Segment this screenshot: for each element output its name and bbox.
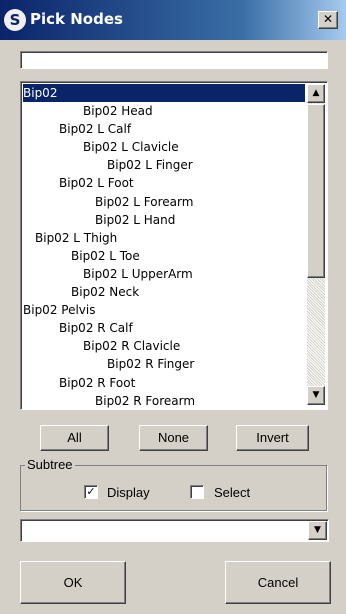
display-checkbox[interactable]: ✓	[84, 485, 98, 499]
list-item[interactable]: Bip02 L Calf	[23, 120, 305, 138]
list-item[interactable]: Bip02 L Foot	[23, 174, 305, 192]
list-item[interactable]: Bip02 L Thigh	[23, 229, 305, 247]
subtree-group: Subtree ✓ Display Select	[20, 457, 327, 511]
list-item[interactable]: Bip02 Neck	[23, 283, 305, 301]
list-item[interactable]: Bip02 L Toe	[23, 247, 305, 265]
dropdown-button[interactable]: ▼	[308, 521, 327, 540]
node-listbox[interactable]: Bip02 Bip02 Head Bip02 L Calf Bip02 L Clavi…	[20, 81, 328, 410]
none-button[interactable]: None	[139, 425, 208, 451]
list-item[interactable]: Bip02	[23, 84, 305, 103]
node-list[interactable]: Bip02 Bip02 Head Bip02 L Calf Bip02 L Clavi…	[23, 84, 305, 409]
scroll-down-button[interactable]: ▼	[307, 386, 325, 405]
title-bar[interactable]: S Pick Nodes ✕	[0, 0, 346, 40]
chevron-down-icon: ▼	[314, 525, 321, 535]
all-button[interactable]: All	[40, 425, 109, 451]
invert-button[interactable]: Invert	[236, 425, 309, 451]
list-item[interactable]: Bip02 L Finger	[23, 156, 305, 174]
list-item[interactable]: Bip02 R Calf	[23, 319, 305, 337]
scroll-up-button[interactable]: ▲	[307, 84, 325, 103]
subtree-label: Subtree	[25, 457, 75, 472]
display-label: Display	[107, 485, 150, 500]
selection-set-dropdown[interactable]: ▼	[20, 519, 329, 542]
list-item[interactable]: Bip02 L Forearm	[23, 193, 305, 211]
list-item[interactable]: Bip02 R Finger	[23, 355, 305, 373]
arrow-up-icon: ▲	[312, 88, 320, 98]
cancel-button[interactable]: Cancel	[225, 561, 331, 604]
list-item[interactable]: Bip02 Pelvis	[23, 301, 305, 319]
app-icon: S	[4, 9, 26, 31]
list-item[interactable]: Bip02 L Clavicle	[23, 138, 305, 156]
list-item[interactable]: Bip02 Head	[23, 102, 305, 120]
vertical-scrollbar[interactable]: ▲ ▼	[307, 84, 325, 405]
list-item[interactable]: Bip02 R Clavicle	[23, 337, 305, 355]
list-item[interactable]: Bip02 R Forearm	[23, 392, 305, 409]
select-checkbox[interactable]	[190, 485, 204, 499]
list-item[interactable]: Bip02 R Foot	[23, 374, 305, 392]
list-item[interactable]: Bip02 L UpperArm	[23, 265, 305, 283]
window-title: Pick Nodes	[30, 10, 123, 28]
scroll-thumb[interactable]	[307, 104, 325, 278]
close-button[interactable]: ✕	[318, 11, 338, 29]
arrow-down-icon: ▼	[312, 390, 320, 400]
select-label: Select	[214, 485, 251, 500]
list-item[interactable]: Bip02 L Hand	[23, 211, 305, 229]
filter-input[interactable]	[20, 51, 328, 69]
ok-button[interactable]: OK	[20, 561, 126, 604]
